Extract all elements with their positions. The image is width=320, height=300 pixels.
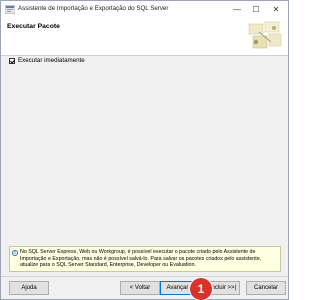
page-title: Executar Pacote	[7, 23, 60, 30]
wizard-logo-icon	[248, 21, 282, 49]
footer-separator	[1, 276, 288, 277]
help-button[interactable]: Ajuda	[9, 281, 49, 295]
cancel-button[interactable]: Cancelar	[246, 281, 286, 295]
close-button[interactable]: ✕	[266, 1, 286, 18]
maximize-button[interactable]: ☐	[246, 1, 266, 18]
title-bar: Assistente de Importação e Exportação do…	[1, 1, 288, 18]
step-number-badge: 1	[190, 278, 212, 300]
run-immediately-option[interactable]: Executar imediatamente	[9, 57, 85, 64]
info-icon: i	[12, 250, 18, 256]
info-message-text: No SQL Server Express, Web ou Workgroup,…	[20, 249, 262, 269]
window-title: Assistente de Importação e Exportação do…	[18, 5, 169, 12]
page-content: Executar imediatamente	[1, 57, 288, 246]
info-message-box: i No SQL Server Express, Web ou Workgrou…	[9, 246, 281, 272]
run-immediately-label: Executar imediatamente	[18, 57, 85, 64]
page-header: Executar Pacote	[1, 18, 288, 56]
wizard-app-icon	[5, 5, 15, 14]
run-immediately-checkbox[interactable]	[9, 57, 15, 64]
wizard-window: Assistente de Importação e Exportação do…	[0, 0, 289, 300]
back-button[interactable]: < Voltar	[120, 281, 160, 295]
minimize-button[interactable]: —	[227, 1, 247, 18]
